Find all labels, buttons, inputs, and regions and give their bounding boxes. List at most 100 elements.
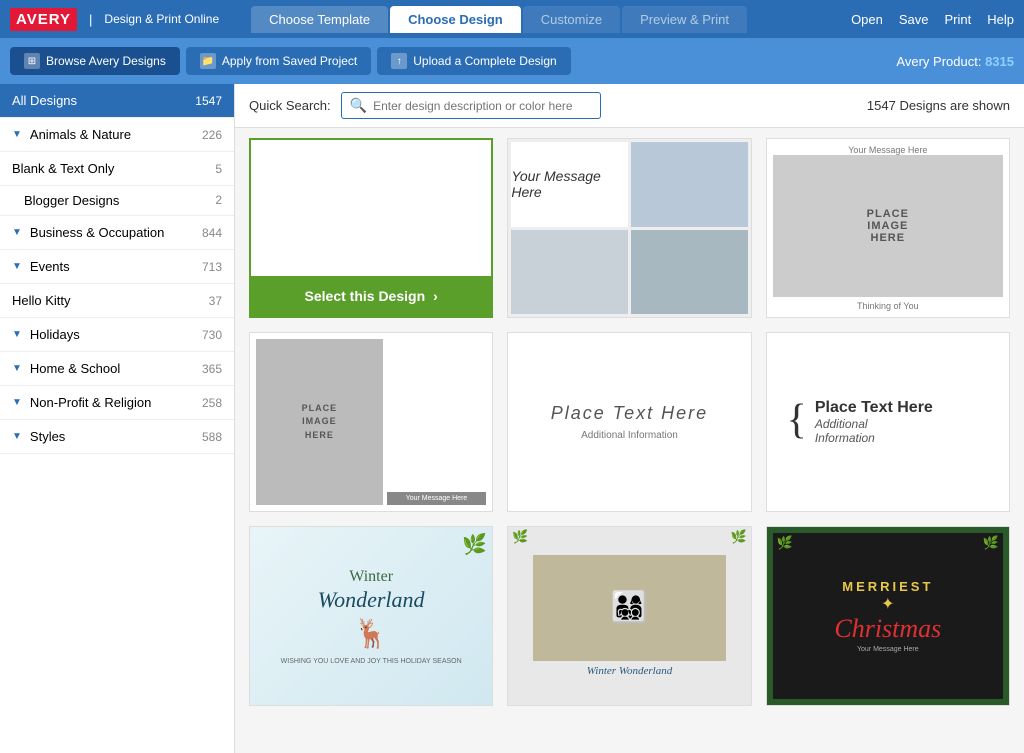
logo-divider: | xyxy=(89,12,92,27)
sidebar-item-animals-nature[interactable]: ▼ Animals & Nature 226 xyxy=(0,118,234,152)
design-card-blank[interactable]: Select this Design › xyxy=(249,138,493,318)
product-info: Avery Product: 8315 xyxy=(896,54,1014,69)
family-photo-frame: 👨‍👩‍👧‍👦 xyxy=(533,555,727,662)
top-right-actions: Open Save Print Help xyxy=(851,12,1014,27)
sidebar-item-nonprofit[interactable]: ▼ Non-Profit & Religion 258 xyxy=(0,386,234,420)
place-text-sub: Additional Information xyxy=(581,430,678,441)
business-count: 844 xyxy=(202,226,222,240)
search-bar: Quick Search: 🔍 1547 Designs are shown xyxy=(235,84,1024,128)
sidebar-item-styles[interactable]: ▼ Styles 588 xyxy=(0,420,234,454)
styles-label: ▼ Styles xyxy=(12,429,65,444)
mc-star-icon: ✦ xyxy=(881,594,894,614)
mc-message-text: Your Message Here xyxy=(857,646,919,653)
sub-header-buttons: ⊞ Browse Avery Designs 📁 Apply from Save… xyxy=(10,47,571,75)
hello-kitty-label: Hello Kitty xyxy=(12,293,71,308)
ww-caption-1: WISHING YOU LOVE AND JOY THIS HOLIDAY SE… xyxy=(281,658,462,665)
nonprofit-label: ▼ Non-Profit & Religion xyxy=(12,395,151,410)
msg-photo3 xyxy=(631,230,748,315)
sidebar-item-holidays[interactable]: ▼ Holidays 730 xyxy=(0,318,234,352)
chevron-icon: ▼ xyxy=(12,129,22,140)
christmas-holly-top: 🌿 🌿 xyxy=(773,533,1003,553)
search-input-wrap[interactable]: 🔍 xyxy=(341,92,601,119)
winter-wonderland-1-preview: 🌿 Winter Wonderland 🦌 WISHING YOU LOVE A… xyxy=(250,527,492,705)
sidebar-item-home-school[interactable]: ▼ Home & School 365 xyxy=(0,352,234,386)
chevron-icon-3: ▼ xyxy=(12,261,22,272)
holly-icon: 🌿 xyxy=(462,532,487,557)
avery-logo: AVERY xyxy=(10,8,77,31)
chevron-icon-2: ▼ xyxy=(12,227,22,238)
design-card-winter-wonderland-2[interactable]: 🌿 🌿 👨‍👩‍👧‍👦 Winter Wonderland xyxy=(507,526,751,706)
arrow-icon: › xyxy=(433,288,438,304)
ww-title-1: Winter xyxy=(349,567,393,586)
print-button[interactable]: Print xyxy=(945,12,972,27)
your-message-preview: Your Message Here xyxy=(508,139,750,317)
product-number: 8315 xyxy=(985,54,1014,69)
events-label: ▼ Events xyxy=(12,259,70,274)
styles-count: 588 xyxy=(202,430,222,444)
sidebar-item-all-designs[interactable]: All Designs 1547 xyxy=(0,84,234,118)
sidebar: All Designs 1547 ▼ Animals & Nature 226 … xyxy=(0,84,235,753)
sidebar-item-blank-text[interactable]: Blank & Text Only 5 xyxy=(0,152,234,186)
design-bottom-text: Thinking of You xyxy=(773,301,1003,311)
mc-merriest-text: MERRIEST xyxy=(842,579,933,594)
saved-project-button[interactable]: 📁 Apply from Saved Project xyxy=(186,47,371,75)
place-text-main: Place Text Here xyxy=(551,403,708,424)
select-design-button[interactable]: Select this Design › xyxy=(251,276,491,316)
place-image-1-preview: Your Message Here PLACE IMAGE HERE Think… xyxy=(767,139,1009,317)
sidebar-item-blogger[interactable]: Blogger Designs 2 xyxy=(0,186,234,216)
winter-wonderland-2-preview: 🌿 🌿 👨‍👩‍👧‍👦 Winter Wonderland xyxy=(508,527,750,705)
browse-avery-button[interactable]: ⊞ Browse Avery Designs xyxy=(10,47,180,75)
search-label: Quick Search: xyxy=(249,98,331,113)
design-card-your-message[interactable]: Your Message Here xyxy=(507,138,751,318)
holly-right-icon: 🌿 xyxy=(730,529,746,545)
tab-preview-print[interactable]: Preview & Print xyxy=(622,6,747,33)
logo-subtitle: Design & Print Online xyxy=(104,12,219,26)
tab-choose-design[interactable]: Choose Design xyxy=(390,6,521,33)
search-left: Quick Search: 🔍 xyxy=(249,92,601,119)
ww-overlay-text: Winter Wonderland xyxy=(587,665,672,677)
nav-tabs: Choose Template Choose Design Customize … xyxy=(251,6,849,33)
open-button[interactable]: Open xyxy=(851,12,883,27)
animals-nature-count: 226 xyxy=(202,128,222,142)
business-label: ▼ Business & Occupation xyxy=(12,225,164,240)
design-top-text: Your Message Here xyxy=(773,145,1003,155)
design-card-winter-wonderland-1[interactable]: 🌿 Winter Wonderland 🦌 WISHING YOU LOVE A… xyxy=(249,526,493,706)
search-input[interactable] xyxy=(373,99,592,113)
all-designs-label: All Designs xyxy=(12,93,77,108)
chevron-icon-7: ▼ xyxy=(12,431,22,442)
xmas-holly-left: 🌿 xyxy=(777,535,793,551)
sub-header: ⊞ Browse Avery Designs 📁 Apply from Save… xyxy=(0,38,1024,84)
top-nav: AVERY | Design & Print Online Choose Tem… xyxy=(0,0,1024,38)
upload-design-button[interactable]: ↑ Upload a Complete Design xyxy=(377,47,570,75)
xmas-holly-right: 🌿 xyxy=(983,535,999,551)
place-text-1-preview: Place Text Here Additional Information xyxy=(508,333,750,511)
sidebar-item-business[interactable]: ▼ Business & Occupation 844 xyxy=(0,216,234,250)
all-designs-count: 1547 xyxy=(195,94,222,108)
ww-script-1: Wonderland xyxy=(318,587,425,613)
mc-christmas-text: Christmas xyxy=(834,614,941,644)
animals-nature-label: ▼ Animals & Nature xyxy=(12,127,131,142)
holidays-label: ▼ Holidays xyxy=(12,327,80,342)
design-card-place-image-2[interactable]: PLACE IMAGE HERE Your Message Here xyxy=(249,332,493,512)
design-card-place-image-1[interactable]: Your Message Here PLACE IMAGE HERE Think… xyxy=(766,138,1010,318)
help-button[interactable]: Help xyxy=(987,12,1014,27)
holly-left-icon: 🌿 xyxy=(512,529,528,545)
tab-choose-template[interactable]: Choose Template xyxy=(251,6,388,33)
brace-content: Place Text Here AdditionalInformation xyxy=(815,399,933,445)
design-card-merriest-christmas[interactable]: 🌿 🌿 MERRIEST ✦ Christmas Your Message He… xyxy=(766,526,1010,706)
design-card-place-text-2[interactable]: { Place Text Here AdditionalInformation xyxy=(766,332,1010,512)
blank-text-label: Blank & Text Only xyxy=(12,161,114,176)
design-card-place-text-1[interactable]: Place Text Here Additional Information xyxy=(507,332,751,512)
chevron-icon-5: ▼ xyxy=(12,363,22,374)
tab-customize[interactable]: Customize xyxy=(523,6,620,33)
home-school-label: ▼ Home & School xyxy=(12,361,120,376)
designs-count: 1547 Designs are shown xyxy=(867,98,1010,113)
save-button[interactable]: Save xyxy=(899,12,929,27)
sidebar-item-events[interactable]: ▼ Events 713 xyxy=(0,250,234,284)
blogger-label: Blogger Designs xyxy=(24,193,119,208)
msg-photo2 xyxy=(511,230,628,315)
msg-text: Your Message Here xyxy=(511,142,628,227)
brace-sub-text: AdditionalInformation xyxy=(815,417,933,445)
sidebar-item-hello-kitty[interactable]: Hello Kitty 37 xyxy=(0,284,234,318)
your-msg-bar: Your Message Here xyxy=(387,492,487,505)
